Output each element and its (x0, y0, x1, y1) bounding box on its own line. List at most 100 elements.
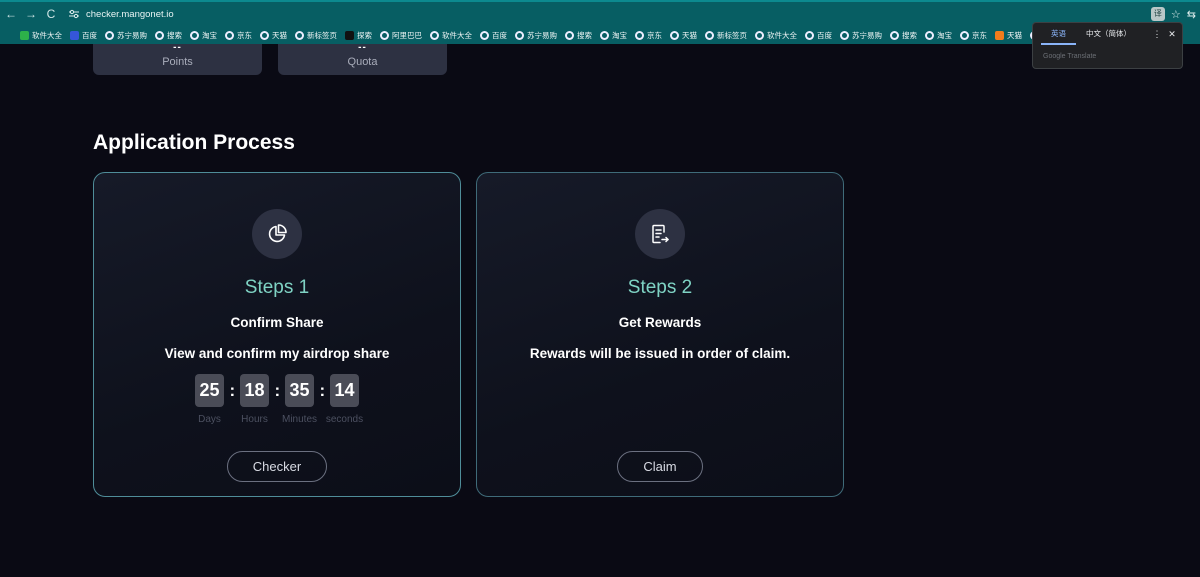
countdown-minutes-value: 35 (285, 374, 314, 407)
countdown-minutes-label: Minutes (281, 414, 317, 425)
forward-icon[interactable]: → (22, 7, 40, 21)
countdown-days-label: Days (198, 414, 221, 425)
countdown-hours-label: Hours (241, 414, 268, 425)
points-value: -- (173, 42, 182, 53)
bookmark-label: 阿里巴巴 (392, 30, 422, 40)
globe-icon (635, 30, 644, 40)
bookmark-item[interactable]: 软件大全 (755, 30, 797, 41)
bookmark-item[interactable]: 搜索 (565, 30, 592, 41)
translate-icon[interactable]: 译 (1150, 7, 1165, 21)
globe-icon (670, 30, 679, 40)
bookmark-item[interactable]: 苏宁易购 (840, 30, 882, 41)
sync-icon[interactable]: ⇆ (1187, 8, 1196, 21)
globe-icon (565, 30, 574, 40)
bookmark-label: 苏宁易购 (527, 30, 557, 40)
bookmark-label: 天猫 (1007, 30, 1022, 40)
bookmark-item[interactable]: 淘宝 (600, 30, 627, 41)
step-1-title: Steps 1 (244, 277, 310, 298)
globe-icon (925, 30, 934, 40)
rss-icon (995, 30, 1004, 40)
bookmark-item[interactable]: 百度 (70, 30, 97, 41)
translate-footer: Google Translate (1043, 53, 1097, 60)
url-field[interactable]: checker.mangonet.io (68, 9, 174, 20)
bookmark-label: 软件大全 (767, 30, 797, 40)
quota-label: Quota (347, 56, 378, 68)
address-bar: ← → C checker.mangonet.io 译 ☆ ⇆ (0, 0, 1200, 26)
bookmark-item[interactable]: 天猫 (995, 30, 1022, 41)
globe-icon (380, 30, 389, 40)
countdown-hours: 18 Hours (235, 374, 275, 425)
tab-source-language[interactable]: 英语 (1041, 23, 1076, 45)
countdown-minutes: 35 Minutes (280, 374, 320, 425)
x-icon (345, 30, 354, 40)
bookmark-label: 天猫 (272, 30, 287, 40)
bookmark-item[interactable]: 京东 (635, 30, 662, 41)
step-2-card: Steps 2 Get Rewards Rewards will be issu… (476, 172, 844, 497)
bookmark-label: 天猫 (682, 30, 697, 40)
reload-icon[interactable]: C (42, 7, 60, 21)
site-settings-icon[interactable] (68, 9, 80, 19)
back-icon[interactable]: ← (2, 7, 20, 21)
bookmark-item[interactable]: 搜索 (890, 30, 917, 41)
document-export-icon (635, 209, 685, 259)
bookmark-label: 京东 (647, 30, 662, 40)
step-1-card: Steps 1 Confirm Share View and confirm m… (93, 172, 461, 497)
bookmark-item[interactable]: 淘宝 (925, 30, 952, 41)
bookmark-star-icon[interactable]: ☆ (1171, 8, 1181, 21)
claim-button[interactable]: Claim (617, 451, 703, 482)
bookmark-label: 搜索 (902, 30, 917, 40)
bookmark-item[interactable]: 京东 (960, 30, 987, 41)
bookmark-item[interactable]: 软件大全 (430, 30, 472, 41)
countdown-seconds: 14 seconds (325, 374, 365, 425)
globe-icon (805, 30, 814, 40)
bookmark-label: 探索 (357, 30, 372, 40)
globe-icon (890, 30, 899, 40)
bookmark-item[interactable]: 新标签页 (295, 30, 337, 41)
bookmark-item[interactable]: 探索 (345, 30, 372, 41)
bookmark-item[interactable]: 阿里巴巴 (380, 30, 422, 41)
bookmark-item[interactable]: 苏宁易购 (515, 30, 557, 41)
bookmark-item[interactable]: 搜索 (155, 30, 182, 41)
bookmark-item[interactable]: 苏宁易购 (105, 30, 147, 41)
bookmark-item[interactable]: 淘宝 (190, 30, 217, 41)
globe-icon (960, 30, 969, 40)
bookmark-label: 新标签页 (307, 30, 337, 40)
step-1-description: View and confirm my airdrop share (164, 346, 390, 361)
bookmark-label: 软件大全 (32, 30, 62, 40)
more-options-icon[interactable]: ⋮ (1150, 29, 1164, 40)
bookmark-label: 淘宝 (612, 30, 627, 40)
globe-icon (155, 30, 164, 40)
baidu-icon (70, 30, 79, 40)
countdown-seconds-value: 14 (330, 374, 359, 407)
bookmark-item[interactable]: 天猫 (670, 30, 697, 41)
bookmark-item[interactable]: 新标签页 (705, 30, 747, 41)
globe-icon (515, 30, 524, 40)
download-icon (20, 30, 29, 40)
section-title: Application Process (93, 131, 295, 154)
step-2-title: Steps 2 (627, 277, 693, 298)
bookmark-item[interactable]: 京东 (225, 30, 252, 41)
close-icon[interactable]: ✕ (1164, 29, 1180, 40)
globe-icon (225, 30, 234, 40)
bookmark-item[interactable]: 百度 (805, 30, 832, 41)
globe-icon (480, 30, 489, 40)
bookmark-label: 淘宝 (937, 30, 952, 40)
checker-button[interactable]: Checker (227, 451, 327, 482)
quota-value: -- (358, 42, 367, 53)
countdown-seconds-label: seconds (325, 414, 364, 425)
globe-icon (260, 30, 269, 40)
bookmark-label: 新标签页 (717, 30, 747, 40)
tab-target-language[interactable]: 中文（简体） (1076, 23, 1141, 45)
step-2-description: Rewards will be issued in order of claim… (529, 346, 791, 361)
bookmark-label: 软件大全 (442, 30, 472, 40)
bookmark-item[interactable]: 软件大全 (20, 30, 62, 41)
bookmark-label: 百度 (82, 30, 97, 40)
bookmark-label: 京东 (972, 30, 987, 40)
bookmark-item[interactable]: 天猫 (260, 30, 287, 41)
points-card: -- Points (93, 42, 262, 75)
bookmark-label: 搜索 (577, 30, 592, 40)
countdown-hours-value: 18 (240, 374, 269, 407)
bookmark-label: 苏宁易购 (852, 30, 882, 40)
bookmark-item[interactable]: 百度 (480, 30, 507, 41)
points-label: Points (162, 56, 193, 68)
